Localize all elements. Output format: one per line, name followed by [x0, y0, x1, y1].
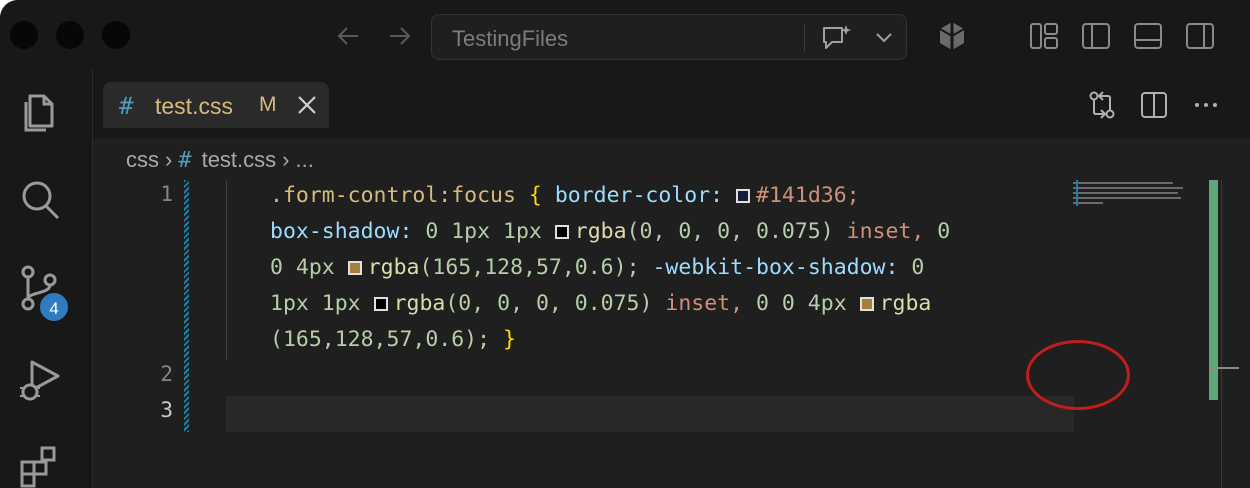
tab-strip: # test.css M	[93, 70, 1250, 138]
minimap[interactable]	[1073, 180, 1193, 210]
code-line: 1px 1px rgba(0, 0, 0, 0.075) inset, 0 0 …	[270, 286, 931, 322]
args-token: (0, 0, 0, 0.075)	[626, 219, 834, 244]
code-line: box-shadow: 0 1px 1px rgba(0, 0, 0, 0.07…	[270, 214, 950, 250]
breadcrumb-symbol[interactable]: ...	[295, 147, 313, 172]
number-token: 0 0 4px	[756, 291, 847, 316]
code-line: (165,128,57,0.6); }	[270, 322, 516, 358]
cursor-position-marker	[1209, 367, 1239, 369]
function-token: rgba	[393, 291, 446, 316]
back-arrow-icon[interactable]	[334, 22, 362, 50]
vscode-window: TestingFiles 4 # test.css M css › # test…	[0, 0, 1250, 488]
css-file-icon: #	[119, 92, 134, 120]
tab-test-css[interactable]: # test.css M	[103, 82, 329, 128]
property-token: -webkit-box-shadow:	[652, 255, 899, 280]
split-editor-icon[interactable]	[1139, 90, 1169, 120]
workspace-title: TestingFiles	[452, 26, 569, 51]
number-token: 1px 1px	[270, 291, 361, 316]
css-file-icon: #	[178, 147, 192, 173]
chevron-right-icon: ›	[282, 147, 290, 173]
modified-indicator: M	[259, 93, 277, 116]
keyword-token: inset,	[665, 291, 744, 316]
run-debug-icon[interactable]	[16, 356, 64, 404]
minimap-change-marker	[1076, 180, 1078, 206]
args-token: (0, 0, 0, 0.075)	[445, 291, 653, 316]
forward-arrow-icon[interactable]	[386, 22, 414, 50]
breadcrumb: css › # test.css ›...	[126, 146, 314, 176]
value-token: #141d36;	[756, 183, 860, 208]
close-window-button[interactable]	[10, 21, 38, 49]
toggle-secondary-sidebar-icon[interactable]	[1184, 20, 1216, 52]
toggle-primary-sidebar-icon[interactable]	[1080, 20, 1112, 52]
title-bar: TestingFiles	[0, 0, 1250, 70]
line-number: 2	[160, 362, 173, 386]
color-swatch[interactable]	[373, 297, 388, 311]
compare-changes-icon[interactable]	[1087, 90, 1117, 120]
number-token: 0	[911, 255, 925, 280]
line-number: 1	[160, 182, 173, 206]
color-swatch[interactable]	[736, 189, 751, 203]
function-token: rgba	[367, 255, 420, 280]
source-control-badge: 4	[38, 291, 70, 323]
chevron-down-icon[interactable]	[874, 29, 894, 47]
minimize-window-button[interactable]	[56, 21, 84, 49]
number-token: 0 4px	[270, 255, 335, 280]
close-icon[interactable]	[295, 93, 319, 117]
color-swatch[interactable]	[347, 261, 362, 275]
scrollbar-track[interactable]	[1221, 180, 1222, 488]
tab-label: test.css	[155, 93, 233, 119]
copilot-logo-icon[interactable]	[936, 20, 968, 52]
git-change-indicator[interactable]	[184, 180, 189, 432]
code-line: 0 4px rgba(165,128,57,0.6); -webkit-box-…	[270, 250, 924, 286]
property-token: box-shadow:	[270, 219, 413, 244]
explorer-icon[interactable]	[16, 86, 64, 134]
breadcrumb-file[interactable]: test.css	[202, 147, 277, 172]
property-token: border-color:	[554, 183, 724, 208]
toggle-panel-icon[interactable]	[1132, 20, 1164, 52]
current-line-highlight	[226, 396, 1074, 432]
editor-group: # test.css M css › # test.css › ... 1 2 …	[93, 70, 1250, 488]
annotation-circle	[1026, 340, 1130, 410]
code-editor[interactable]: 1 2 3 .form-control:focus { border-color…	[93, 178, 1193, 488]
chevron-right-icon: ›	[165, 147, 173, 173]
args-token: (165,128,57,0.6);	[419, 255, 640, 280]
line-number: 3	[160, 398, 173, 422]
function-token: rgba	[879, 291, 932, 316]
number-token: 0	[937, 219, 951, 244]
breadcrumb-folder[interactable]: css	[126, 147, 159, 172]
indent-guide	[226, 180, 227, 360]
args-token: (165,128,57,0.6);	[270, 327, 491, 352]
function-token: rgba	[574, 219, 627, 244]
color-swatch[interactable]	[859, 297, 874, 311]
color-swatch[interactable]	[554, 225, 569, 239]
activity-bar: 4	[0, 70, 93, 488]
minimap-line	[1073, 182, 1173, 184]
minimap-line	[1073, 197, 1181, 199]
keyword-token: inset,	[846, 219, 925, 244]
command-center-search[interactable]: TestingFiles	[431, 14, 907, 60]
brace-token: {	[528, 183, 542, 208]
search-separator	[804, 24, 805, 52]
selector-token: .form-control:focus	[270, 183, 516, 208]
code-line: .form-control:focus { border-color: #141…	[270, 178, 860, 214]
brace-token: }	[503, 327, 516, 352]
customize-layout-icon[interactable]	[1028, 20, 1060, 52]
search-icon[interactable]	[16, 176, 64, 224]
zoom-window-button[interactable]	[102, 21, 130, 49]
minimap-line	[1073, 192, 1178, 194]
copilot-chat-icon[interactable]	[820, 23, 854, 53]
more-actions-icon[interactable]	[1191, 90, 1221, 120]
extensions-icon[interactable]	[16, 442, 64, 488]
minimap-line	[1073, 187, 1183, 189]
number-token: 0 1px 1px	[425, 219, 542, 244]
